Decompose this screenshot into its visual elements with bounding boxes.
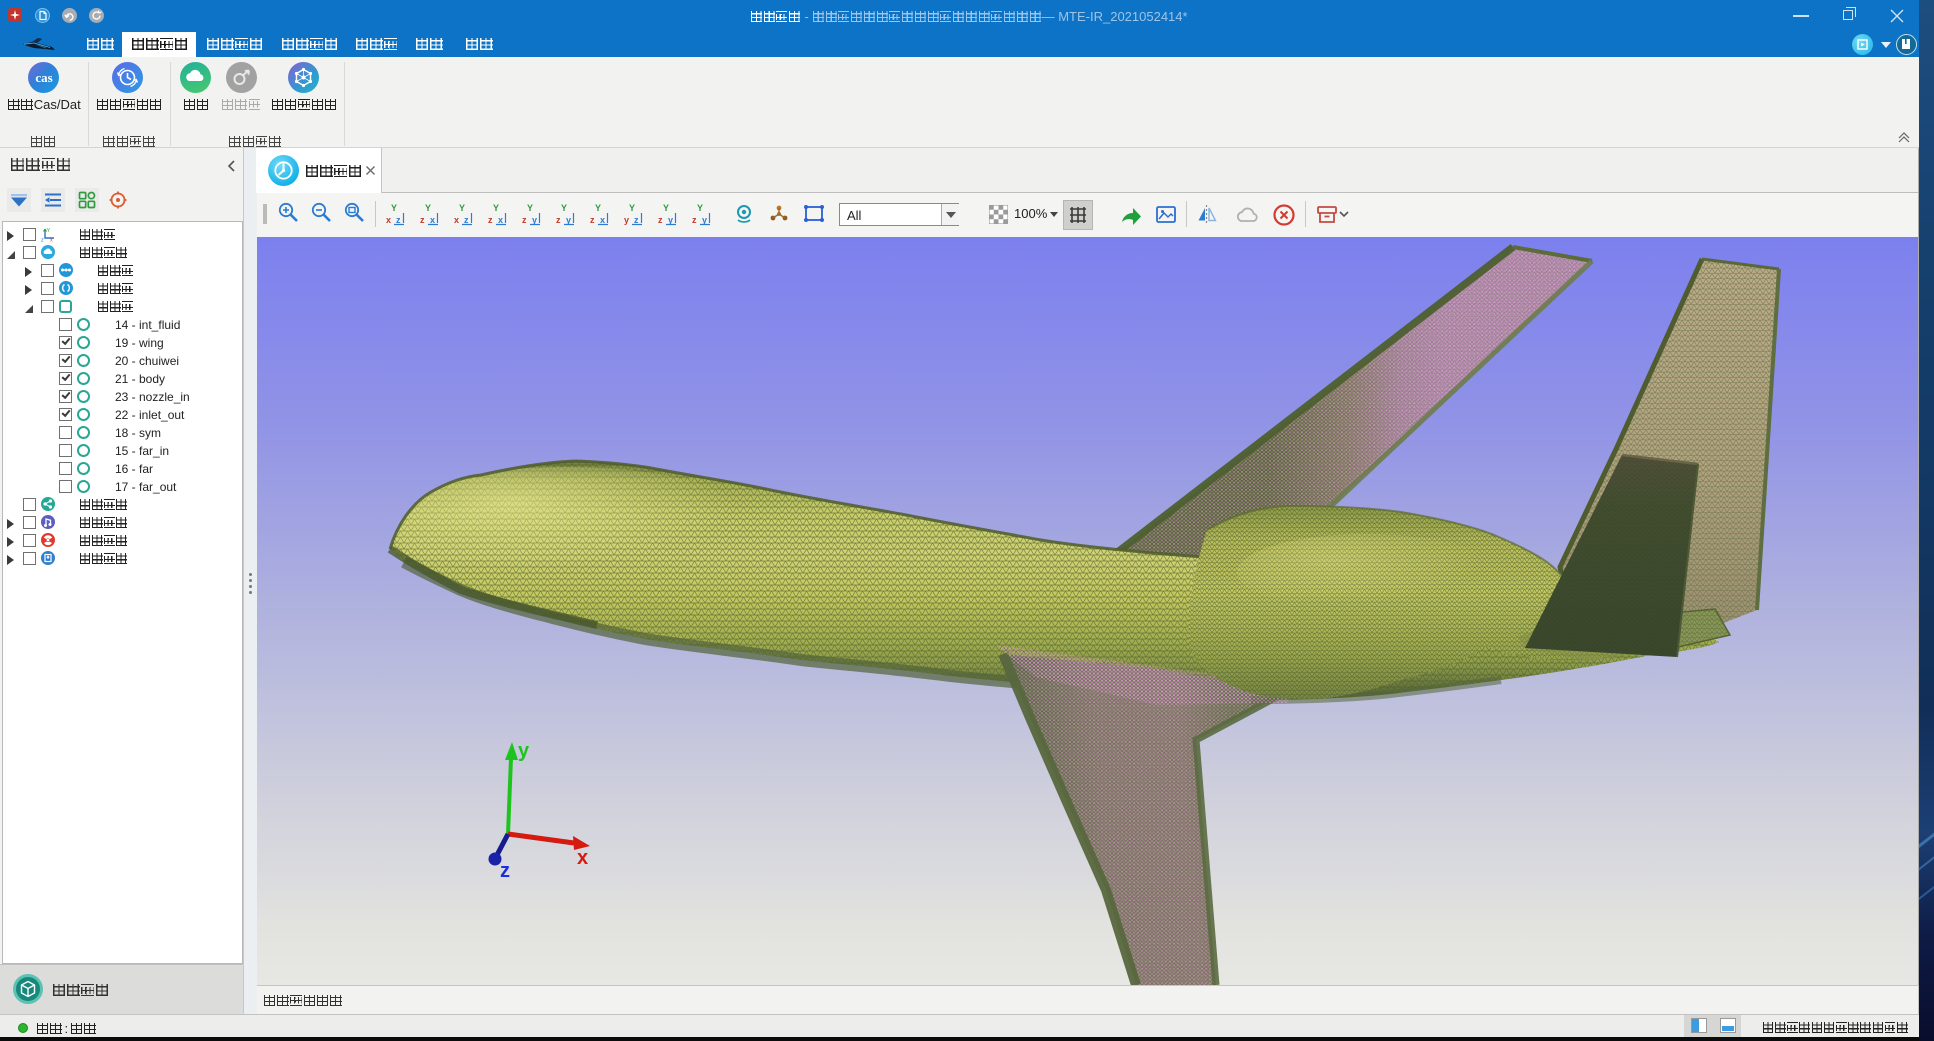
svg-text:y: y [532, 215, 537, 225]
svg-text:x: x [454, 215, 459, 225]
svg-text:z: z [500, 860, 510, 882]
svg-text:x: x [498, 215, 503, 225]
svg-text:Y: Y [493, 203, 499, 213]
svg-text:z: z [41, 238, 44, 243]
svg-text:Y: Y [47, 228, 51, 234]
svg-text:x: x [50, 238, 53, 243]
svg-text:y: y [518, 740, 530, 762]
svg-text:Y: Y [595, 203, 601, 213]
svg-text:z: z [396, 215, 401, 225]
svg-text:Y: Y [391, 203, 397, 213]
svg-text:z: z [522, 215, 527, 225]
svg-text:x: x [600, 215, 605, 225]
svg-text:y: y [702, 215, 707, 225]
svg-text:Y: Y [459, 203, 465, 213]
svg-text:z: z [464, 215, 469, 225]
svg-text:z: z [488, 215, 493, 225]
svg-text:Y: Y [629, 203, 635, 213]
svg-text:z: z [692, 215, 697, 225]
svg-text:x: x [430, 215, 435, 225]
svg-text:Y: Y [697, 203, 703, 213]
svg-text:Y: Y [527, 203, 533, 213]
svg-text:Y: Y [561, 203, 567, 213]
svg-text:x: x [386, 215, 391, 225]
svg-text:z: z [556, 215, 561, 225]
svg-text:y: y [566, 215, 571, 225]
svg-text:y: y [624, 215, 629, 225]
svg-text:Y: Y [663, 203, 669, 213]
svg-text:y: y [668, 215, 673, 225]
svg-text:x: x [577, 847, 588, 869]
svg-text:z: z [634, 215, 639, 225]
svg-text:Y: Y [425, 203, 431, 213]
svg-text:z: z [658, 215, 663, 225]
svg-text:z: z [590, 215, 595, 225]
svg-text:z: z [420, 215, 425, 225]
